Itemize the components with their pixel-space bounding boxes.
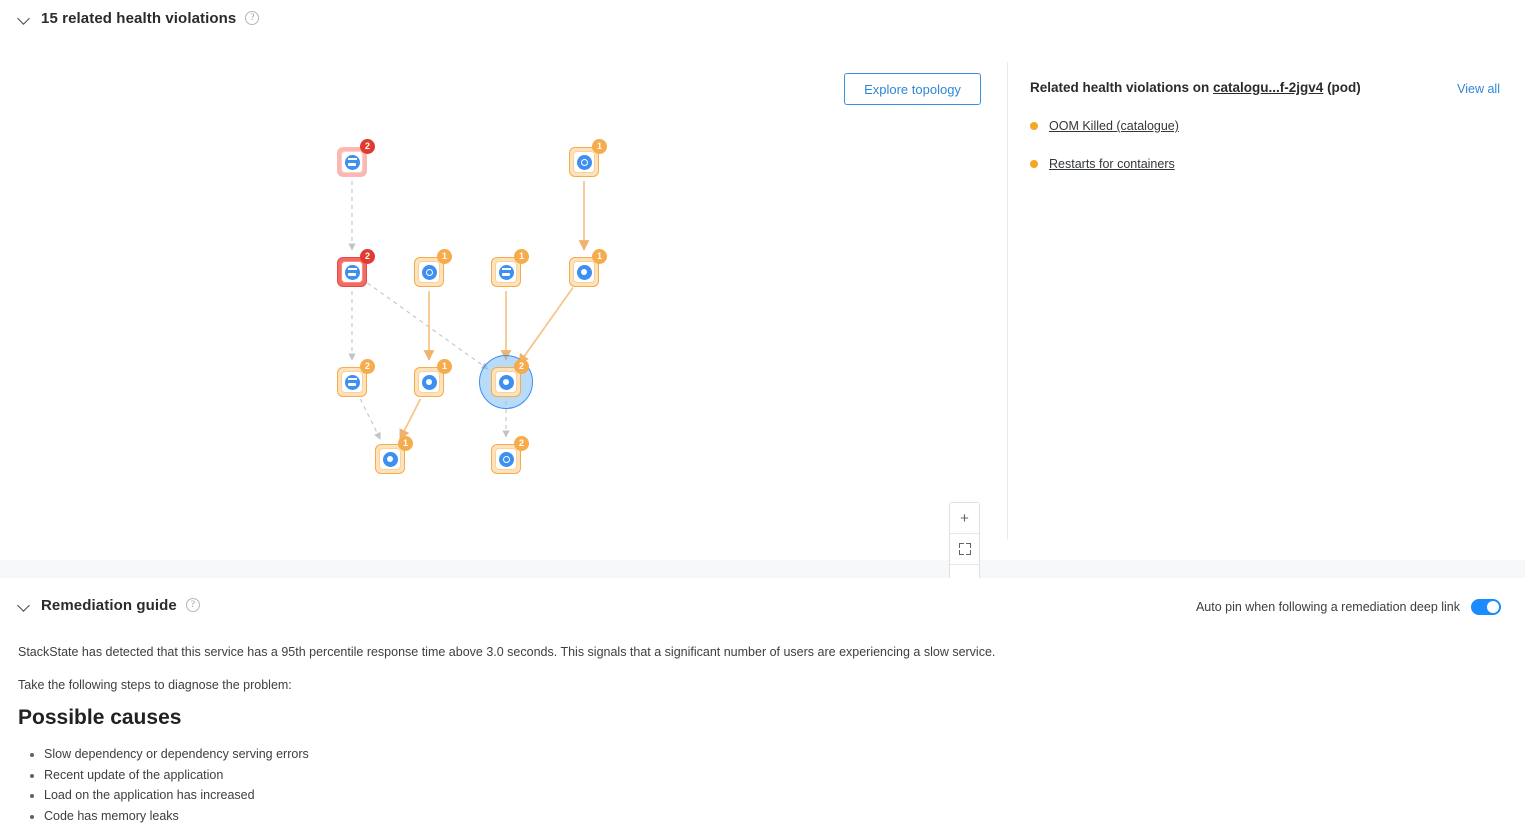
violation-link[interactable]: Restarts for containers (1049, 157, 1175, 171)
auto-pin-row[interactable]: Auto pin when following a remediation de… (1196, 599, 1501, 615)
node-icon-wrap (341, 261, 363, 283)
topology-node-service[interactable]: 2 (491, 436, 529, 474)
node-violation-badge: 1 (592, 139, 607, 154)
question-circle-icon[interactable]: ? (185, 598, 200, 612)
related-violations-panel: Related health violations on catalogu...… (1030, 80, 1500, 192)
fit-to-screen-button[interactable] (950, 534, 979, 565)
violations-list: OOM Killed (catalogue) Restarts for conta… (1030, 116, 1500, 174)
node-icon-wrap (379, 448, 401, 470)
node-icon-wrap (341, 151, 363, 173)
topology-node-pod[interactable]: 1 (569, 249, 607, 287)
topology-node-pod[interactable]: 1 (414, 359, 452, 397)
chevron-down-icon[interactable] (18, 598, 32, 612)
node-icon-wrap (495, 371, 517, 393)
node-violation-badge: 2 (514, 359, 529, 374)
topology-edge (399, 398, 422, 441)
violation-link[interactable]: OOM Killed (catalogue) (1049, 119, 1179, 133)
service-icon (421, 264, 437, 280)
service-icon (576, 154, 592, 170)
node-violation-badge: 2 (360, 249, 375, 264)
node-violation-badge: 2 (514, 436, 529, 451)
topology-node-service[interactable]: 1 (569, 139, 607, 177)
pod-icon (421, 374, 437, 390)
group-icon (498, 264, 514, 280)
related-violations-title: Related health violations on catalogu...… (1030, 80, 1500, 95)
cause-item: Load on the application has increased (44, 785, 309, 806)
service-icon (498, 451, 514, 467)
violations-section-header[interactable]: 15 related health violations ? (0, 0, 1525, 36)
pod-icon (382, 451, 398, 467)
fit-screen-icon (958, 542, 971, 555)
auto-pin-toggle[interactable] (1471, 599, 1501, 615)
remediation-paragraph-1: StackState has detected that this servic… (18, 645, 996, 659)
chevron-down-icon[interactable] (18, 11, 32, 25)
node-violation-badge: 2 (360, 139, 375, 154)
page-root: 15 related health violations ? 2 1 2 1 1 1 2 1 2… (0, 0, 1525, 825)
node-violation-badge: 1 (437, 359, 452, 374)
pod-icon (576, 264, 592, 280)
title-prefix: Related health violations on (1030, 80, 1214, 95)
node-violation-badge: 1 (437, 249, 452, 264)
topology-node-group[interactable]: 2 (337, 359, 375, 397)
topology-node-group[interactable]: 1 (491, 249, 529, 287)
auto-pin-label: Auto pin when following a remediation de… (1195, 600, 1460, 614)
cause-item: Slow dependency or dependency serving er… (44, 744, 309, 765)
cause-item: Recent update of the application (44, 765, 309, 786)
pod-icon (498, 374, 514, 390)
topology-edge (359, 398, 381, 440)
node-violation-badge: 2 (360, 359, 375, 374)
panel-divider (1007, 62, 1008, 540)
possible-causes-list: Slow dependency or dependency serving er… (18, 744, 309, 825)
group-icon (344, 154, 360, 170)
topology-node-pod[interactable]: 1 (375, 436, 413, 474)
group-icon (344, 374, 360, 390)
node-icon-wrap (495, 261, 517, 283)
node-icon-wrap (573, 261, 595, 283)
zoom-in-button[interactable]: + (950, 503, 979, 534)
topology-edge (517, 286, 574, 365)
node-violation-badge: 1 (514, 249, 529, 264)
severity-dot-icon (1030, 122, 1038, 130)
entity-link[interactable]: catalogu...f-2jgv4 (1213, 80, 1323, 95)
violation-item[interactable]: Restarts for containers (1030, 154, 1500, 174)
node-icon-wrap (573, 151, 595, 173)
topology-node-group[interactable]: 2 (337, 249, 375, 287)
node-icon-wrap (341, 371, 363, 393)
node-violation-badge: 1 (592, 249, 607, 264)
node-icon-wrap (495, 448, 517, 470)
toggle-knob (1487, 601, 1499, 613)
topology-graph[interactable]: 21211121212 + - (0, 56, 1007, 597)
question-circle-icon[interactable]: ? (245, 11, 260, 25)
title-suffix: (pod) (1323, 80, 1361, 95)
cause-item: Code has memory leaks (44, 806, 309, 825)
topology-node-group[interactable]: 2 (337, 139, 375, 177)
node-icon-wrap (418, 371, 440, 393)
severity-dot-icon (1030, 160, 1038, 168)
topology-node-service[interactable]: 1 (414, 249, 452, 287)
related-health-violations-card: 15 related health violations ? 2 1 2 1 1 1 2 1 2… (0, 0, 1525, 597)
topology-edge (367, 282, 489, 370)
node-icon-wrap (418, 261, 440, 283)
view-all-link[interactable]: View all (1457, 82, 1500, 96)
violations-section-title: 15 related health violations (41, 9, 237, 27)
node-violation-badge: 1 (398, 436, 413, 451)
violation-item[interactable]: OOM Killed (catalogue) (1030, 116, 1500, 136)
topology-node-pod[interactable]: 2 (479, 355, 533, 409)
remediation-section-title: Remediation guide (41, 596, 177, 614)
explore-topology-button[interactable]: Explore topology (844, 73, 981, 105)
group-icon (344, 264, 360, 280)
remediation-paragraph-2: Take the following steps to diagnose the… (18, 678, 292, 692)
possible-causes-heading: Possible causes (18, 706, 182, 729)
